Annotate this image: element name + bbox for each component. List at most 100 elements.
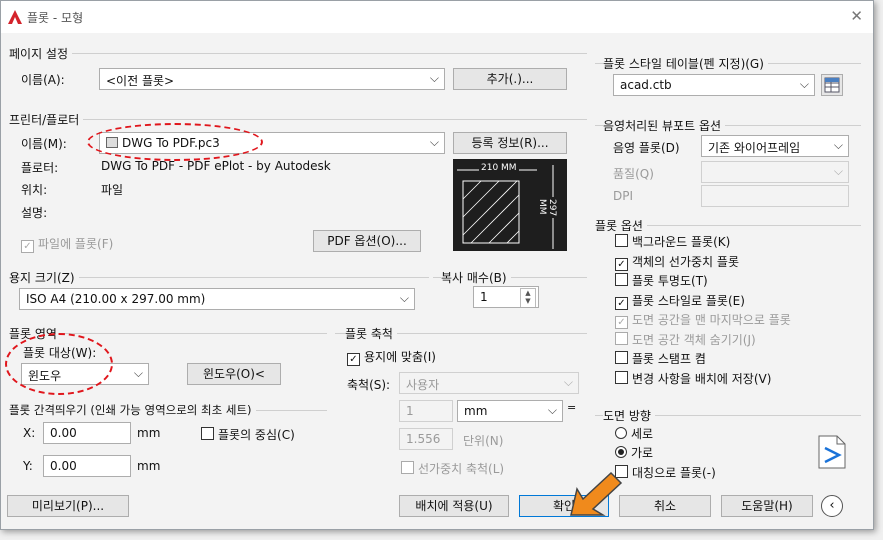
scale-unit-value: mm	[464, 404, 488, 418]
plot-option-label: 백그라운드 플롯(K)	[632, 235, 731, 249]
quality-select[interactable]: ⌵	[701, 161, 849, 183]
pdf-options-button[interactable]: PDF 옵션(O)...	[313, 230, 421, 252]
close-icon[interactable]: ✕	[850, 7, 863, 25]
upside-down-checkbox[interactable]: 대칭으로 플롯(-)	[615, 464, 716, 481]
page-setup-name-label: 이름(A):	[21, 73, 65, 87]
chevron-down-icon: ⌵	[833, 138, 843, 152]
plot-option-checkbox[interactable]: 플롯 스탬프 켬	[615, 350, 706, 367]
copies-stepper[interactable]: 1 ▲ ▼	[473, 286, 539, 308]
plot-option-label: 플롯 스탬프 켬	[632, 352, 706, 366]
plot-option-checkbox[interactable]: 플롯 투명도(T)	[615, 272, 708, 289]
radio-icon	[615, 427, 627, 439]
plot-option-checkbox: 도면 공간 객체 숨기기(J)	[615, 331, 756, 348]
copies-label: 복사 매수(B)	[441, 269, 511, 286]
plotter-value: DWG To PDF - PDF ePlot - by Autodesk	[101, 159, 331, 173]
printer-name-label: 이름(M):	[21, 137, 67, 151]
offset-x-input[interactable]: 0.00	[43, 422, 131, 444]
plot-dialog: 플롯 - 모형 ✕ 페이지 설정 이름(A): <이전 플롯> ⌵ 추가(.).…	[0, 0, 874, 530]
printer-group	[9, 119, 587, 120]
portrait-radio[interactable]: 세로	[615, 425, 653, 442]
plot-option-checkbox[interactable]: ✓ 플롯 스타일로 플롯(E)	[615, 292, 745, 310]
scale-num-input[interactable]: 1	[399, 400, 453, 422]
landscape-radio[interactable]: 가로	[615, 444, 653, 461]
edit-style-table-button[interactable]	[821, 74, 843, 96]
checkbox-icon: ✓	[21, 240, 34, 253]
scale-value: 사용자	[406, 378, 440, 392]
center-plot-checkbox[interactable]: 플롯의 중심(C)	[201, 426, 295, 443]
help-button[interactable]: 도움말(H)	[721, 495, 813, 517]
chevron-down-icon: ⌵	[133, 366, 143, 380]
scale-unit-select[interactable]: mm ⌵	[457, 400, 563, 422]
center-plot-label: 플롯의 중심(C)	[218, 428, 295, 442]
autocad-logo-icon	[8, 10, 22, 24]
plot-option-label: 도면 공간 객체 숨기기(J)	[632, 332, 756, 347]
checkbox-icon	[401, 461, 414, 474]
add-page-setup-button[interactable]: 추가(.)...	[453, 68, 567, 90]
paper-size-select[interactable]: ISO A4 (210.00 x 297.00 mm) ⌵	[19, 288, 415, 310]
checkbox-icon	[615, 234, 628, 247]
style-table-value: acad.ctb	[620, 78, 672, 92]
printer-properties-button[interactable]: 등록 정보(R)...	[453, 132, 567, 154]
chevron-down-icon: ⌵	[429, 71, 439, 85]
chevron-down-icon: ⌵	[799, 77, 809, 91]
checkbox-icon	[615, 351, 628, 364]
dpi-input[interactable]	[701, 185, 849, 207]
checkbox-icon: ✓	[615, 257, 628, 271]
offset-y-unit: mm	[137, 459, 161, 473]
offset-x-unit: mm	[137, 426, 161, 440]
fit-to-paper-checkbox[interactable]: ✓ 용지에 맞춤(I)	[347, 348, 436, 366]
plot-option-checkbox[interactable]: 백그라운드 플롯(K)	[615, 233, 730, 250]
shade-plot-value: 기존 와이어프레임	[708, 141, 801, 155]
scale-select[interactable]: 사용자 ⌵	[399, 372, 579, 394]
orientation-title: 도면 방향	[603, 407, 655, 424]
window-title: 플롯 - 모형	[27, 11, 84, 25]
window-select-button[interactable]: 윈도우(O)<	[187, 363, 281, 385]
checkbox-icon	[201, 427, 214, 440]
annotation-ellipse-printer	[87, 123, 263, 161]
preview-button[interactable]: 미리보기(P)...	[7, 495, 129, 517]
page-setup-title: 페이지 설정	[9, 45, 73, 62]
checkbox-icon: ✓	[615, 316, 628, 329]
preview-height: 297 MM	[537, 197, 557, 219]
portrait-label: 세로	[631, 427, 654, 441]
paper-preview: 210 MM 297 MM	[453, 159, 567, 251]
plot-offset-title: 플롯 간격띄우기 (인쇄 가능 영역으로의 최초 세트)	[9, 402, 256, 418]
plot-option-label: 변경 사항을 배치에 저장(V)	[632, 371, 772, 386]
plot-option-checkbox[interactable]: ✓ 객체의 선가중치 플롯	[615, 253, 739, 271]
cancel-button[interactable]: 취소	[619, 495, 711, 517]
collapse-arrow-icon[interactable]: ‹	[821, 495, 843, 517]
offset-y-input[interactable]: 0.00	[43, 455, 131, 477]
page-setup-name-select[interactable]: <이전 플롯> ⌵	[99, 68, 445, 90]
plot-option-checkbox[interactable]: 변경 사항을 배치에 저장(V)	[615, 370, 771, 387]
shade-plot-select[interactable]: 기존 와이어프레임 ⌵	[701, 135, 849, 157]
style-table-select[interactable]: acad.ctb ⌵	[613, 74, 815, 96]
scale-den-unit: 단위(N)	[463, 434, 504, 448]
scale-lineweights-checkbox: 선가중치 축척(L)	[401, 460, 504, 477]
offset-x-label: X:	[23, 426, 36, 440]
scale-equals: =	[567, 401, 577, 414]
plot-scale-title: 플롯 축척	[345, 325, 397, 342]
spin-arrows-icon[interactable]: ▲ ▼	[520, 288, 536, 307]
scale-lineweights-label: 선가중치 축척(L)	[418, 462, 505, 476]
page-setup-name-value: <이전 플롯>	[106, 74, 175, 88]
landscape-orientation-icon	[818, 435, 846, 469]
shaded-viewport-title: 음영처리된 뷰포트 옵션	[603, 117, 726, 134]
description-label: 설명:	[21, 206, 48, 220]
style-table-title: 플롯 스타일 테이블(펜 지정)(G)	[603, 55, 768, 72]
apply-to-layout-button[interactable]: 배치에 적용(U)	[399, 495, 509, 517]
checkbox-icon: ✓	[615, 296, 628, 310]
checkbox-icon	[615, 273, 628, 286]
chevron-down-icon: ⌵	[833, 164, 843, 178]
plot-option-checkbox: ✓ 도면 공간을 맨 마지막으로 플롯	[615, 311, 791, 329]
checkbox-icon: ✓	[347, 353, 360, 366]
plot-to-file-label: 파일에 플롯(F)	[38, 237, 114, 251]
paper-size-title: 용지 크기(Z)	[9, 269, 79, 286]
plot-option-label: 플롯 투명도(T)	[632, 274, 708, 288]
chevron-down-icon: ⌵	[563, 375, 573, 389]
chevron-down-icon: ⌵	[547, 403, 557, 417]
scale-den-input[interactable]: 1.556	[399, 428, 453, 450]
scale-label: 축척(S):	[347, 378, 391, 392]
dpi-label: DPI	[613, 189, 634, 203]
offset-y-label: Y:	[23, 459, 33, 473]
landscape-label: 가로	[631, 446, 654, 460]
